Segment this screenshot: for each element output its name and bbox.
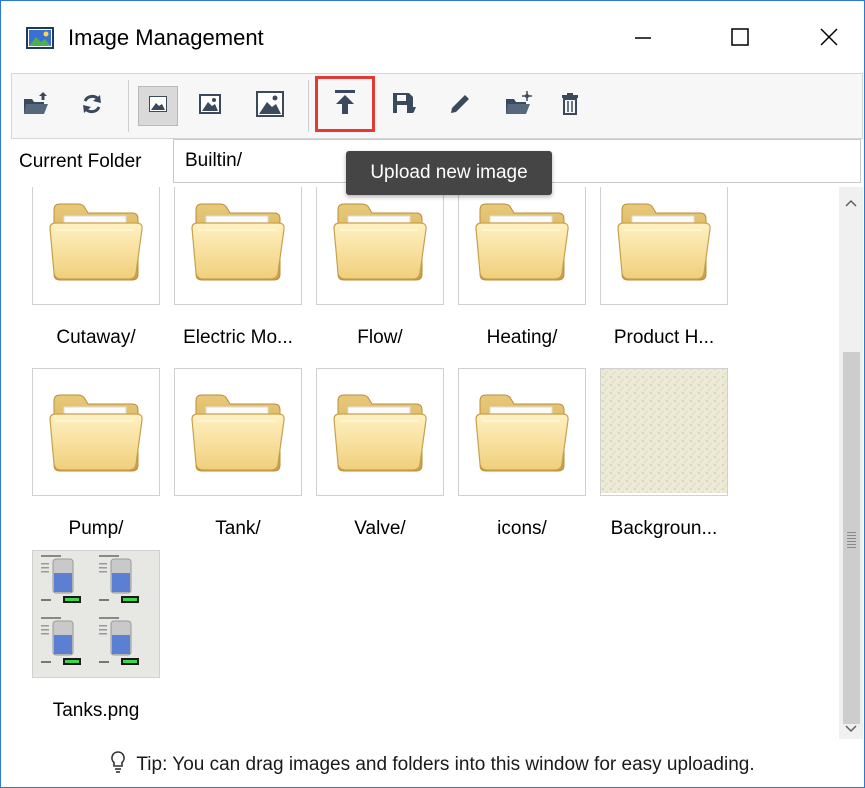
tanks-image-preview: [33, 551, 159, 677]
item-label: Pump/: [68, 518, 124, 539]
folder-icon: [472, 196, 572, 287]
list-item[interactable]: Backgroun...: [600, 368, 728, 540]
list-item[interactable]: icons/: [458, 368, 586, 540]
lightbulb-icon: [110, 750, 126, 780]
large-image-view-icon: [256, 90, 284, 122]
window-title: Image Management: [68, 25, 264, 50]
save-download-icon: [391, 91, 417, 122]
folder-thumbnail[interactable]: [458, 368, 586, 496]
minimize-button[interactable]: [613, 13, 673, 61]
item-label: Cutaway/: [56, 327, 136, 348]
list-item[interactable]: Flow/: [316, 187, 444, 349]
image-app-icon: [26, 27, 54, 49]
current-folder-label: Current Folder: [19, 151, 142, 172]
background-texture-image: [601, 369, 727, 495]
refresh-button[interactable]: [72, 86, 112, 126]
list-item[interactable]: Pump/: [32, 368, 160, 540]
new-folder-icon: [504, 90, 532, 122]
list-item[interactable]: Valve/: [316, 368, 444, 540]
folder-icon: [330, 387, 430, 478]
list-item[interactable]: Tank/: [174, 368, 302, 540]
upload-image-button[interactable]: [315, 76, 375, 132]
toolbar: [11, 73, 863, 139]
folder-icon: [188, 387, 288, 478]
small-view-button[interactable]: [138, 86, 178, 126]
item-label: Backgroun...: [610, 518, 718, 539]
list-item[interactable]: Tanks.png: [32, 550, 160, 722]
list-item[interactable]: Heating/: [458, 187, 586, 349]
new-folder-button[interactable]: [498, 86, 538, 126]
edit-button[interactable]: [440, 86, 480, 126]
scroll-down-button[interactable]: [839, 717, 863, 741]
texture-thumbnail[interactable]: [600, 368, 728, 496]
chevron-down-icon: [845, 725, 857, 733]
item-label: Valve/: [354, 518, 406, 539]
vertical-scrollbar[interactable]: [839, 187, 863, 739]
folder-icon: [472, 387, 572, 478]
image-management-window: Image Management Current Folder Builtin/…: [0, 0, 865, 788]
save-image-button[interactable]: [384, 86, 424, 126]
scrollbar-grip: [847, 532, 856, 550]
folder-icon: [46, 387, 146, 478]
scrollbar-thumb[interactable]: [843, 352, 860, 724]
folder-thumbnail[interactable]: [458, 187, 586, 305]
large-view-button[interactable]: [250, 86, 290, 126]
folder-thumbnail[interactable]: [316, 368, 444, 496]
folder-open-upload-icon: [22, 91, 50, 122]
folder-icon: [188, 196, 288, 287]
item-label: Flow/: [357, 327, 403, 348]
list-item[interactable]: Cutaway/: [32, 187, 160, 349]
toolbar-separator: [128, 80, 129, 132]
item-label: Tanks.png: [52, 700, 140, 721]
delete-button[interactable]: [550, 86, 590, 126]
refresh-icon: [80, 92, 104, 121]
toolbar-separator: [308, 80, 309, 132]
close-button[interactable]: [799, 13, 859, 61]
folder-thumbnail[interactable]: [600, 187, 728, 305]
list-item[interactable]: Product H...: [600, 187, 728, 349]
folder-thumbnail[interactable]: [32, 187, 160, 305]
folder-icon: [614, 196, 714, 287]
folder-thumbnail[interactable]: [174, 187, 302, 305]
item-label: Product H...: [613, 327, 715, 348]
upload-tooltip: Upload new image: [346, 151, 552, 195]
edit-pencil-icon: [449, 93, 471, 120]
folder-thumbnail[interactable]: [32, 368, 160, 496]
list-item[interactable]: Electric Mo...: [174, 187, 302, 349]
upload-folder-button[interactable]: [16, 86, 56, 126]
title-bar: Image Management: [1, 1, 864, 73]
folder-thumbnail[interactable]: [174, 368, 302, 496]
trash-icon: [560, 92, 580, 121]
image-grid: Cutaway/ Electric Mo... Flow/ Heating/ P…: [11, 187, 837, 739]
maximize-button[interactable]: [710, 13, 770, 61]
item-label: Heating/: [486, 327, 558, 348]
folder-icon: [330, 196, 430, 287]
item-label: Electric Mo...: [183, 327, 293, 348]
upload-icon: [334, 89, 356, 120]
folder-thumbnail[interactable]: [316, 187, 444, 305]
medium-view-button[interactable]: [190, 86, 230, 126]
scroll-up-button[interactable]: [839, 191, 863, 215]
item-label: Tank/: [215, 518, 261, 539]
tip-bar: Tip: You can drag images and folders int…: [1, 743, 864, 787]
item-label: icons/: [497, 518, 547, 539]
small-image-view-icon: [149, 95, 167, 117]
chevron-up-icon: [845, 199, 857, 207]
image-thumbnail[interactable]: [32, 550, 160, 678]
folder-icon: [46, 196, 146, 287]
tip-text: Tip: You can drag images and folders int…: [136, 754, 755, 775]
medium-image-view-icon: [199, 93, 221, 119]
